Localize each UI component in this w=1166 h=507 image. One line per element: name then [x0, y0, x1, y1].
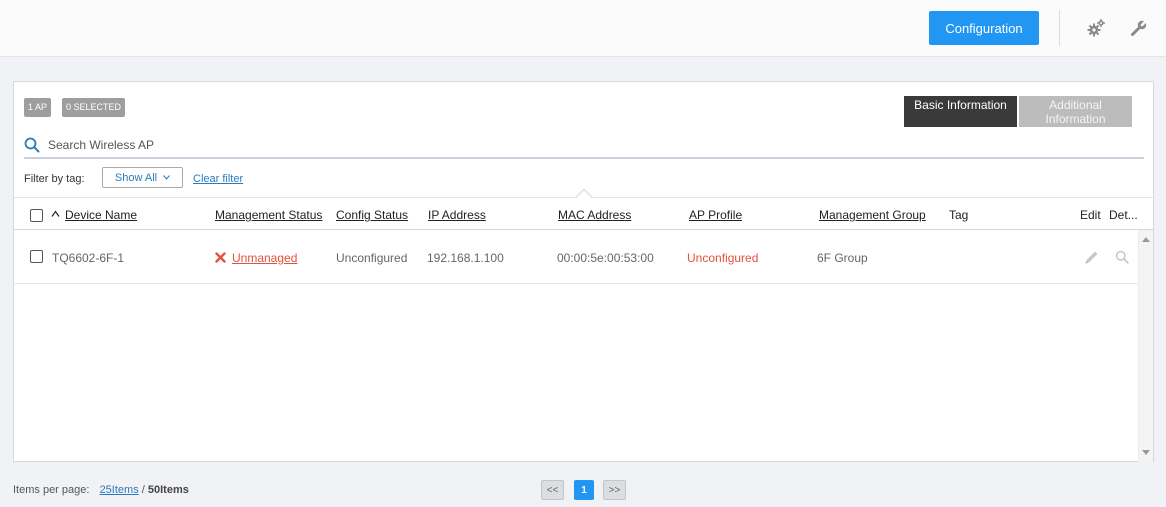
- cell-device-name: TQ6602-6F-1: [52, 251, 125, 265]
- wrench-icon[interactable]: [1128, 17, 1150, 39]
- page-size-50-current: 50Items: [147, 484, 189, 496]
- column-indicator: [575, 188, 593, 206]
- cell-ip-address: 192.168.1.100: [427, 251, 504, 265]
- sort-ascending-icon[interactable]: [51, 210, 60, 218]
- column-edit: Edit: [1080, 208, 1101, 222]
- tag-filter-dropdown[interactable]: Show All: [102, 167, 183, 188]
- cell-management-group: 6F Group: [817, 251, 868, 265]
- search-icon: [24, 137, 40, 153]
- tab-basic-information[interactable]: Basic Information: [904, 96, 1017, 127]
- pencil-icon[interactable]: [1083, 249, 1100, 266]
- column-config-status[interactable]: Config Status: [336, 208, 408, 222]
- column-management-group[interactable]: Management Group: [819, 208, 926, 222]
- page-size-25-link[interactable]: 25Items: [100, 484, 139, 496]
- clear-filter-link[interactable]: Clear filter: [193, 173, 243, 185]
- tab-additional-information[interactable]: Additional Information: [1019, 96, 1132, 127]
- items-per-page-label: Items per page:: [13, 484, 90, 496]
- toolbar-divider: [1059, 10, 1060, 46]
- search-bar: [24, 132, 1144, 159]
- items-per-page: Items per page: 25Items / 50Items: [13, 484, 189, 496]
- table-row: TQ6602-6F-1 Unmanaged Unconfigured 192.1…: [14, 230, 1138, 284]
- cell-management-status[interactable]: Unmanaged: [232, 251, 297, 265]
- page-1-button[interactable]: 1: [574, 480, 594, 500]
- column-tag: Tag: [949, 208, 969, 222]
- next-page-button[interactable]: >>: [603, 480, 626, 500]
- select-all-checkbox[interactable]: [30, 209, 43, 222]
- row-checkbox[interactable]: [30, 250, 43, 263]
- cell-ap-profile: Unconfigured: [687, 251, 759, 265]
- table-header: Device Name Management Status Config Sta…: [14, 188, 1153, 230]
- top-toolbar: Configuration: [0, 0, 1166, 57]
- scroll-up-arrow[interactable]: [1142, 237, 1150, 242]
- cell-config-status: Unconfigured: [336, 251, 408, 265]
- error-x-icon: [215, 252, 226, 263]
- search-input[interactable]: [48, 137, 648, 152]
- gears-icon[interactable]: [1085, 17, 1107, 39]
- selected-count-badge: 0 SELECTED: [62, 98, 126, 117]
- column-ap-profile[interactable]: AP Profile: [689, 208, 742, 222]
- page-size-separator: /: [141, 484, 145, 496]
- scroll-down-arrow[interactable]: [1142, 450, 1150, 455]
- wireless-ap-panel: 1 AP 0 SELECTED Basic Information Additi…: [13, 81, 1154, 462]
- column-mac-address[interactable]: MAC Address: [558, 208, 631, 222]
- tag-filter-value: Show All: [114, 171, 158, 184]
- cell-mac-address: 00:00:5e:00:53:00: [557, 251, 654, 265]
- previous-page-button[interactable]: <<: [541, 480, 564, 500]
- filter-label: Filter by tag:: [24, 173, 85, 185]
- column-details: Det...: [1109, 208, 1138, 222]
- configuration-button[interactable]: Configuration: [929, 11, 1039, 45]
- table-scrollbar[interactable]: [1138, 230, 1153, 462]
- chevron-down-icon: [163, 175, 170, 180]
- column-device-name[interactable]: Device Name: [65, 208, 137, 222]
- column-ip-address[interactable]: IP Address: [428, 208, 486, 222]
- ap-count-badge: 1 AP: [24, 98, 52, 117]
- column-management-status[interactable]: Management Status: [215, 208, 322, 222]
- magnifier-icon[interactable]: [1115, 250, 1129, 264]
